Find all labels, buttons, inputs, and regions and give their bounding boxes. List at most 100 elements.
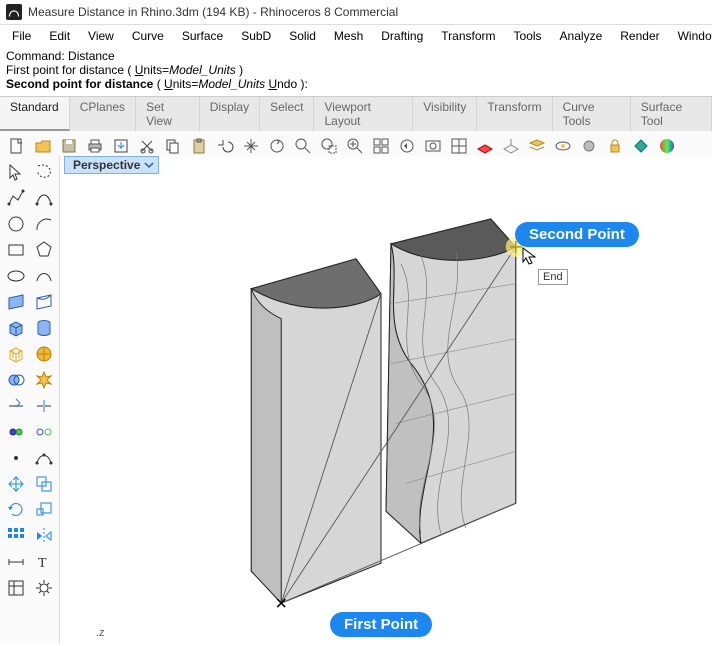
menu-mesh[interactable]: Mesh [326,27,371,45]
polygon-icon[interactable] [32,238,56,262]
cut-icon[interactable] [136,135,158,157]
properties-icon[interactable] [4,576,28,600]
undo-view-icon[interactable] [396,135,418,157]
box-icon[interactable] [4,316,28,340]
rotate-view-icon[interactable] [266,135,288,157]
cmd-label: Command: [6,49,68,63]
menu-subd[interactable]: SubD [233,27,279,45]
mesh-icon[interactable] [4,342,28,366]
copy-icon[interactable] [162,135,184,157]
pointer-icon[interactable] [4,160,28,184]
zoom-extents-icon[interactable] [344,135,366,157]
show-icon[interactable] [552,135,574,157]
tab-curvetools[interactable]: Curve Tools [553,97,631,131]
callout-second-point: Second Point [515,222,639,247]
freeform-icon[interactable] [32,264,56,288]
render-preview-icon[interactable] [656,135,678,157]
tab-transform[interactable]: Transform [477,97,552,131]
open-icon[interactable] [32,135,54,157]
explode-icon[interactable] [32,368,56,392]
rotate-icon[interactable] [4,498,28,522]
command-history: Command: Distance First point for distan… [0,47,712,92]
tab-standard[interactable]: Standard [0,97,70,131]
subd-icon[interactable] [32,342,56,366]
text-icon[interactable]: T [32,550,56,574]
points-on-icon[interactable] [32,446,56,470]
boolean-icon[interactable] [4,368,28,392]
new-icon[interactable] [6,135,28,157]
arc-icon[interactable] [32,212,56,236]
viewport-area[interactable]: Perspective [60,156,712,643]
named-views-icon[interactable] [422,135,444,157]
cmd3-u1[interactable]: U [164,77,173,91]
array-icon[interactable] [4,524,28,548]
polyline-icon[interactable] [4,186,28,210]
zoom-selected-icon[interactable] [318,135,340,157]
tab-surfacetools[interactable]: Surface Tool [631,97,712,131]
zoom-icon[interactable] [292,135,314,157]
tab-select[interactable]: Select [260,97,314,131]
tab-visibility[interactable]: Visibility [413,97,477,131]
zoom-extents-all-icon[interactable] [370,135,392,157]
cmd3-d: nits= [173,77,199,91]
save-icon[interactable] [58,135,80,157]
scale-icon[interactable] [32,498,56,522]
menu-solid[interactable]: Solid [281,27,324,45]
set-cplane-icon[interactable] [500,135,522,157]
layers-icon[interactable] [526,135,548,157]
menu-view[interactable]: View [80,27,122,45]
menu-window[interactable]: Window [670,27,712,45]
menu-transform[interactable]: Transform [433,27,503,45]
circle-icon[interactable] [4,212,28,236]
controlpoint-curve-icon[interactable] [32,186,56,210]
cylinder-icon[interactable] [32,316,56,340]
import-icon[interactable] [110,135,132,157]
hide-icon[interactable] [578,135,600,157]
four-view-icon[interactable] [448,135,470,157]
ellipse-icon[interactable] [4,264,28,288]
tab-setview[interactable]: Set View [136,97,200,131]
callout-first-point: First Point [330,612,432,637]
menu-file[interactable]: File [4,27,39,45]
cmd2-val[interactable]: Model_Units [169,63,236,77]
dim-icon[interactable] [4,550,28,574]
print-icon[interactable] [84,135,106,157]
lock-icon[interactable] [604,135,626,157]
viewport-canvas[interactable]: Second Point First Point End .z [60,174,712,643]
cmd2-a: First point for distance ( [6,63,135,77]
tab-viewport-layout[interactable]: Viewport Layout [314,97,413,131]
rectangle-icon[interactable] [4,238,28,262]
join-icon[interactable] [4,420,28,444]
menu-tools[interactable]: Tools [506,27,550,45]
toolbar-tabstrip: Standard CPlanes Set View Display Select… [0,96,712,131]
chevron-down-icon[interactable] [144,160,154,170]
explode2-icon[interactable] [32,420,56,444]
cplane-icon[interactable] [474,135,496,157]
options-icon[interactable] [32,576,56,600]
undo-icon[interactable] [214,135,236,157]
paste-icon[interactable] [188,135,210,157]
cmd3-val[interactable]: Model_Units [198,77,265,91]
tab-cplanes[interactable]: CPlanes [70,97,136,131]
cmd3-u2[interactable]: U [268,77,277,91]
pan-icon[interactable] [240,135,262,157]
command-prompt[interactable]: Second point for distance ( Units=Model_… [6,77,706,91]
point-icon[interactable] [4,446,28,470]
copy2-icon[interactable] [32,472,56,496]
trim-icon[interactable] [4,394,28,418]
mirror-icon[interactable] [32,524,56,548]
split-icon[interactable] [32,394,56,418]
move-icon[interactable] [4,472,28,496]
surface-edge-icon[interactable] [32,290,56,314]
menu-analyze[interactable]: Analyze [552,27,611,45]
tab-display[interactable]: Display [200,97,260,131]
viewport-tab[interactable]: Perspective [64,156,159,174]
menu-surface[interactable]: Surface [174,27,231,45]
menu-drafting[interactable]: Drafting [373,27,431,45]
menu-render[interactable]: Render [612,27,667,45]
menu-curve[interactable]: Curve [124,27,172,45]
menu-edit[interactable]: Edit [41,27,78,45]
render-icon[interactable] [630,135,652,157]
lasso-icon[interactable] [32,160,56,184]
surface-icon[interactable] [4,290,28,314]
